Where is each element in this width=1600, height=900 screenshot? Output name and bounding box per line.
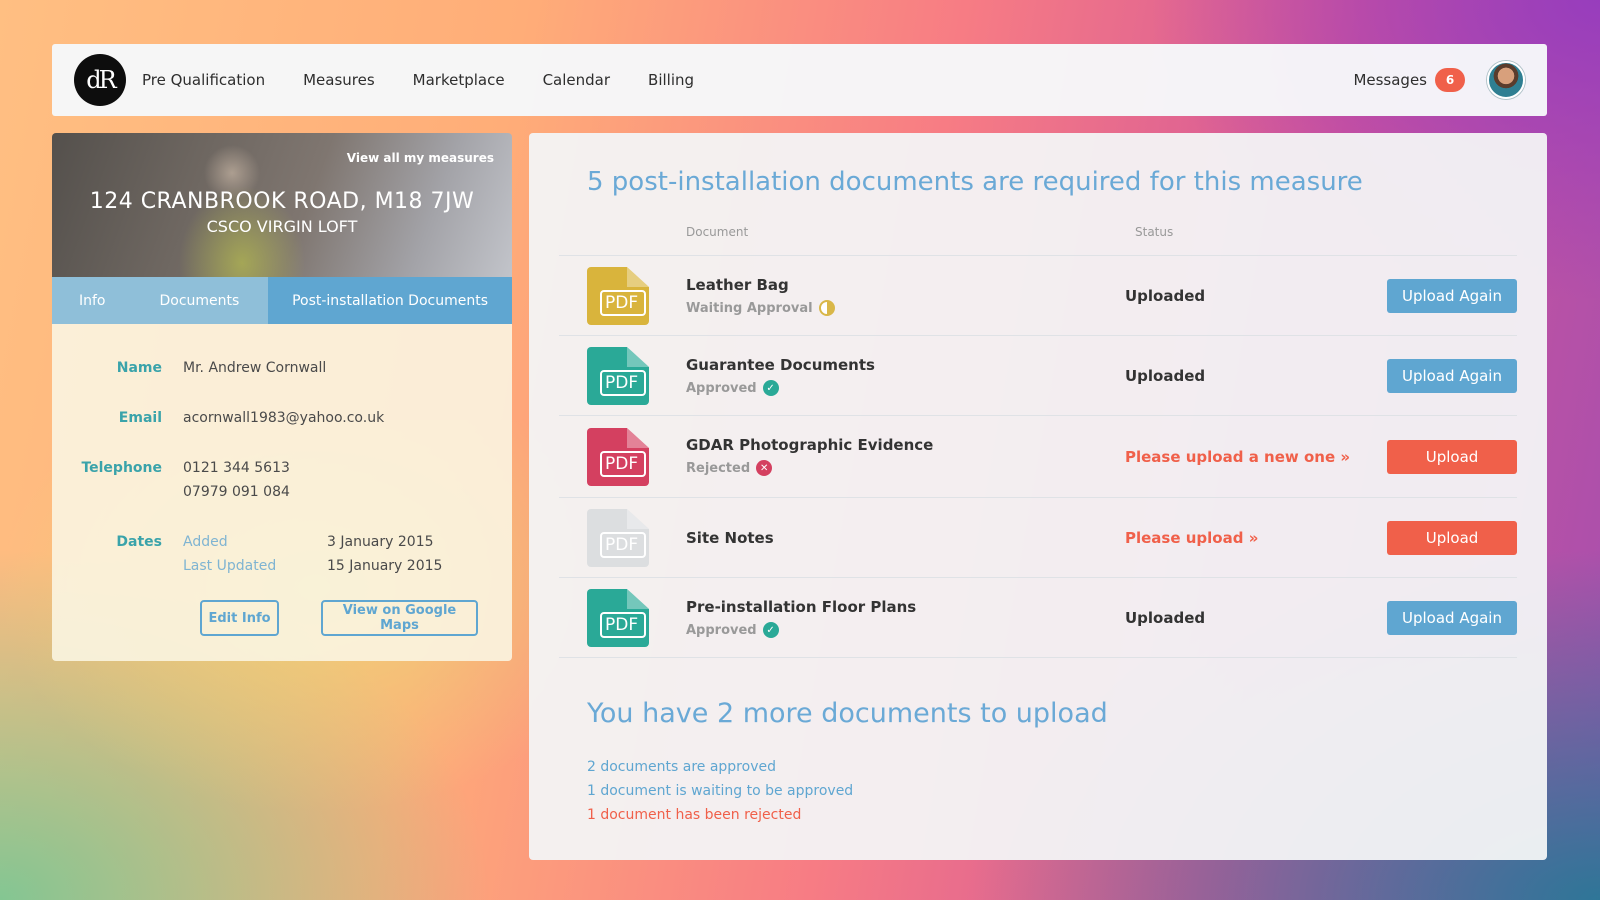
document-status: Uploaded — [1125, 608, 1206, 627]
approved-check-icon: ✓ — [762, 622, 779, 638]
email-value: acornwall1983@yahoo.co.uk — [183, 410, 385, 426]
info-body: Name Mr. Andrew Cornwall Email acornwall… — [52, 324, 512, 661]
info-row-name: Name Mr. Andrew Cornwall — [52, 356, 512, 380]
pdf-icon-label: PDF — [605, 453, 639, 474]
column-header-status: Status — [1135, 225, 1174, 239]
documents-panel: 5 post-installation documents are requir… — [529, 133, 1547, 860]
messages-count-badge[interactable]: 6 — [1435, 68, 1465, 92]
document-name: Site Notes — [686, 528, 774, 547]
document-name: GDAR Photographic Evidence — [686, 436, 934, 454]
last-updated-label: Last Updated — [183, 558, 277, 574]
document-state: Approved ✓ — [686, 622, 779, 638]
upload-summary-title: You have 2 more documents to upload — [587, 698, 1108, 729]
view-on-google-maps-button[interactable]: View on Google Maps — [321, 600, 478, 636]
nav-right: Messages 6 — [1353, 61, 1525, 99]
pdf-icon-label: PDF — [605, 614, 639, 635]
pdf-icon: PDF — [587, 588, 649, 647]
name-value: Mr. Andrew Cornwall — [183, 360, 327, 376]
pdf-icon-label: PDF — [605, 372, 639, 393]
document-row: PDF Leather Bag Waiting Approval Uploaded Up… — [559, 256, 1517, 336]
pdf-icon: PDF — [587, 508, 649, 567]
nav-pre-qualification[interactable]: Pre Qualification — [142, 71, 265, 89]
documents-title: 5 post-installation documents are requir… — [587, 167, 1363, 197]
waiting-half-circle-icon — [818, 300, 835, 316]
name-label: Name — [116, 360, 162, 376]
summary-waiting: 1 document is waiting to be approved — [587, 783, 854, 799]
info-row-dates: Dates Added 3 January 2015 Last Updated … — [52, 530, 512, 578]
document-name: Guarantee Documents — [686, 356, 875, 374]
document-status: Uploaded — [1125, 366, 1206, 385]
upload-again-button[interactable]: Upload Again — [1387, 278, 1517, 313]
property-address: 124 CRANBROOK ROAD, M18 7JW — [89, 189, 475, 214]
logo[interactable]: dR — [74, 54, 126, 106]
top-nav: dR Pre Qualification Measures Marketplac… — [52, 44, 1547, 116]
pdf-icon-label: PDF — [605, 292, 639, 313]
document-state: Waiting Approval — [686, 300, 835, 316]
upload-summary: 2 documents are approved 1 document is w… — [587, 755, 853, 827]
upload-button[interactable]: Upload — [1387, 439, 1517, 474]
edit-info-button[interactable]: Edit Info — [200, 600, 279, 636]
tab-post-installation-documents[interactable]: Post-installation Documents — [268, 277, 512, 324]
measure-name: CSCO VIRGIN LOFT — [206, 217, 358, 236]
document-state-label: Approved — [686, 380, 757, 396]
summary-approved: 2 documents are approved — [587, 759, 776, 775]
nav-measures[interactable]: Measures — [303, 71, 375, 89]
documents-table: PDF Leather Bag Waiting Approval Uploaded Up… — [559, 255, 1517, 658]
document-row: PDF GDAR Photographic Evidence Rejected ✕ Pl… — [559, 416, 1517, 498]
upload-again-button[interactable]: Upload Again — [1387, 358, 1517, 393]
last-updated-value: 15 January 2015 — [327, 558, 443, 574]
document-row: PDF Guarantee Documents Approved ✓ Uploaded U… — [559, 336, 1517, 416]
info-row-email: Email acornwall1983@yahoo.co.uk — [52, 406, 512, 430]
document-state: Rejected ✕ — [686, 460, 773, 476]
document-state-label: Rejected — [686, 460, 751, 476]
property-tabs: Info Documents Post-installation Documen… — [52, 277, 512, 324]
pdf-icon-label: PDF — [605, 534, 639, 555]
summary-rejected: 1 document has been rejected — [587, 807, 802, 823]
dates-grid: Added 3 January 2015 Last Updated 15 Jan… — [183, 530, 442, 578]
tab-documents[interactable]: Documents — [133, 277, 267, 324]
document-state-label: Waiting Approval — [686, 300, 813, 316]
info-row-telephone: Telephone 0121 344 5613 07979 091 084 — [52, 456, 512, 504]
upload-prompt-link[interactable]: Please upload a new one » — [1125, 448, 1350, 466]
document-status: Uploaded — [1125, 286, 1206, 305]
telephone-2: 07979 091 084 — [183, 484, 290, 500]
upload-prompt-link[interactable]: Please upload » — [1125, 529, 1258, 547]
telephone-values: 0121 344 5613 07979 091 084 — [183, 456, 290, 504]
document-name: Pre-installation Floor Plans — [686, 598, 917, 616]
tab-info[interactable]: Info — [52, 277, 133, 324]
document-state: Approved ✓ — [686, 380, 779, 396]
pdf-icon: PDF — [587, 266, 649, 325]
added-value: 3 January 2015 — [327, 534, 434, 550]
property-panel: View all my measures 124 CRANBROOK ROAD,… — [52, 133, 512, 661]
telephone-label: Telephone — [81, 460, 162, 476]
messages-link[interactable]: Messages — [1353, 71, 1427, 89]
nav-billing[interactable]: Billing — [648, 71, 694, 89]
document-state-label: Approved — [686, 622, 757, 638]
nav-calendar[interactable]: Calendar — [543, 71, 610, 89]
dates-label: Dates — [116, 534, 162, 550]
nav-marketplace[interactable]: Marketplace — [413, 71, 505, 89]
pdf-icon: PDF — [587, 427, 649, 486]
upload-again-button[interactable]: Upload Again — [1387, 600, 1517, 635]
view-all-measures-link[interactable]: View all my measures — [347, 151, 494, 165]
pdf-icon: PDF — [587, 346, 649, 405]
column-header-document: Document — [686, 225, 749, 239]
telephone-1: 0121 344 5613 — [183, 460, 290, 476]
property-hero: View all my measures 124 CRANBROOK ROAD,… — [52, 133, 512, 277]
document-row: PDF Site Notes Please upload » Upload — [559, 498, 1517, 578]
added-label: Added — [183, 534, 228, 550]
document-name: Leather Bag — [686, 276, 789, 294]
upload-button[interactable]: Upload — [1387, 520, 1517, 555]
user-avatar[interactable] — [1487, 61, 1525, 99]
document-row: PDF Pre-installation Floor Plans Approved ✓… — [559, 578, 1517, 658]
approved-check-icon: ✓ — [762, 380, 779, 396]
rejected-x-icon: ✕ — [756, 460, 773, 476]
email-label: Email — [118, 410, 162, 426]
